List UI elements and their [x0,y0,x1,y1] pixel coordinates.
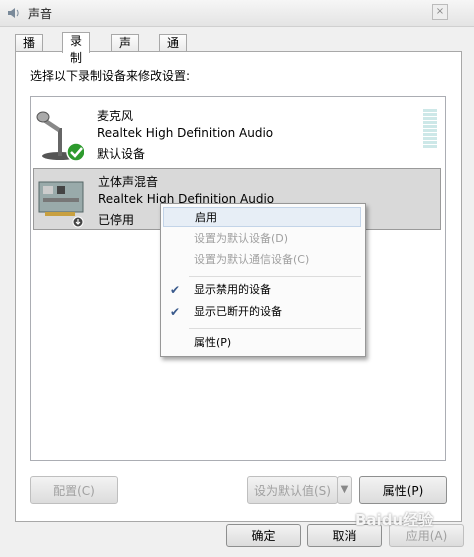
menu-separator [189,328,361,329]
device-item-microphone[interactable]: 麦克风 Realtek High Definition Audio 默认设备 [33,103,441,165]
menu-item-label: 显示禁用的设备 [194,283,271,296]
menu-item-properties[interactable]: 属性(P) [163,333,361,353]
menu-item-set-default-comm[interactable]: 设置为默认通信设备(C) [163,250,361,270]
menu-item-label: 显示已断开的设备 [194,305,282,318]
menu-item-enable[interactable]: 启用 [163,207,361,227]
menu-item-set-default[interactable]: 设置为默认设备(D) [163,229,361,249]
menu-item-label: 启用 [195,211,217,224]
set-default-button[interactable]: 设为默认值(S) [247,476,338,504]
device-driver: Realtek High Definition Audio [97,126,274,140]
device-status: 已停用 [98,213,135,227]
properties-button[interactable]: 属性(P) [359,476,447,504]
check-icon: ✔ [170,283,181,297]
check-icon: ✔ [170,305,181,319]
ok-button[interactable]: 确定 [226,524,301,547]
device-name: 麦克风 [97,109,134,123]
tab-recording[interactable]: 录制 [62,32,91,65]
instruction-text: 选择以下录制设备来修改设置: [30,69,191,83]
configure-button[interactable]: 配置(C) [30,476,118,504]
watermark: Baidu经验 [355,511,434,529]
window-title: 声音 [28,7,53,21]
sound-card-icon [38,181,84,228]
level-meter [423,109,437,149]
set-default-dropdown-arrow[interactable]: ▼ [337,476,352,504]
context-menu: 启用 设置为默认设备(D) 设置为默认通信设备(C) ✔ 显示禁用的设备 ✔ 显… [160,203,366,357]
tab-sounds[interactable]: 声音 [111,34,140,67]
speaker-icon [8,8,19,18]
menu-item-show-disabled[interactable]: ✔ 显示禁用的设备 [163,280,361,300]
close-button[interactable]: × [432,4,448,20]
microphone-icon [36,111,84,162]
menu-item-label: 属性(P) [194,336,232,349]
title-bar: 声音 × [0,0,474,27]
tab-communications[interactable]: 通信 [159,34,188,67]
menu-item-label: 设置为默认设备(D) [194,232,289,245]
menu-separator [189,276,361,277]
device-name: 立体声混音 [98,175,159,189]
device-status: 默认设备 [97,147,146,161]
menu-item-label: 设置为默认通信设备(C) [194,253,310,266]
tab-playback[interactable]: 播放 [15,34,44,67]
menu-item-show-disconnected[interactable]: ✔ 显示已断开的设备 [163,302,361,322]
